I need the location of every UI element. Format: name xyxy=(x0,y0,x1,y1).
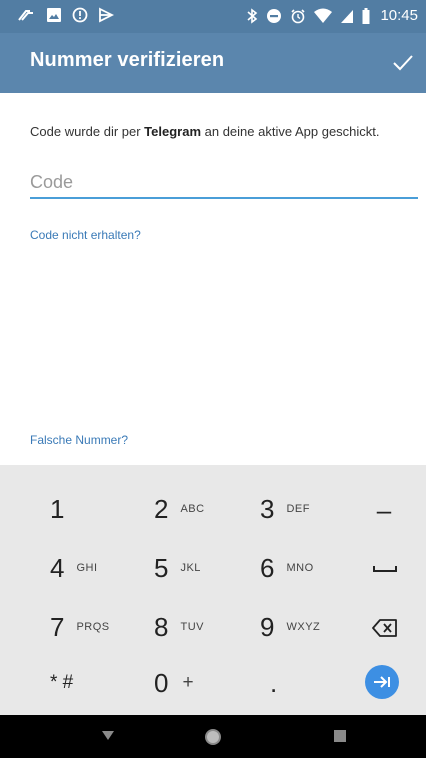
bluetooth-icon xyxy=(246,7,258,24)
alarm-icon xyxy=(290,8,306,24)
key-5[interactable]: 5 JKL xyxy=(154,540,250,596)
shield-alert-icon xyxy=(72,7,88,23)
backspace-key[interactable] xyxy=(368,615,402,641)
code-not-received-link[interactable]: Code nicht erhalten? xyxy=(30,228,141,242)
key-3[interactable]: 3 DEF xyxy=(260,481,356,537)
code-input[interactable] xyxy=(30,167,418,199)
clock-time: 10:45 xyxy=(380,7,418,24)
enter-icon xyxy=(374,676,390,688)
flag-icon xyxy=(98,7,114,23)
key-9[interactable]: 9 WXYZ xyxy=(260,599,356,655)
numeric-keypad: 1 2 ABC 3 DEF – 4 GHI 5 JKL 6 MNO 7 PRQS 8 TUV … xyxy=(0,465,426,715)
key-dot[interactable]: . xyxy=(270,655,366,711)
enter-key[interactable] xyxy=(365,665,399,699)
wrong-number-link[interactable]: Falsche Nummer? xyxy=(30,433,128,447)
key-star-hash[interactable]: * # xyxy=(50,655,146,711)
instruction-text: Code wurde dir per Telegram an deine akt… xyxy=(30,124,380,139)
space-key[interactable] xyxy=(368,557,402,581)
key-1[interactable]: 1 xyxy=(50,481,146,537)
home-icon[interactable] xyxy=(203,727,223,752)
nfc-icon xyxy=(16,7,36,23)
key-8[interactable]: 8 TUV xyxy=(154,599,250,655)
app-bar: Nummer verifizieren xyxy=(0,33,426,93)
key-0[interactable]: 0 + xyxy=(154,655,250,711)
back-icon[interactable] xyxy=(100,727,116,748)
signal-icon xyxy=(340,8,354,24)
wifi-icon xyxy=(314,8,333,24)
battery-icon xyxy=(362,7,370,24)
page-title: Nummer verifizieren xyxy=(30,49,225,71)
do-not-disturb-icon xyxy=(266,8,282,24)
confirm-button[interactable] xyxy=(390,50,416,76)
image-icon xyxy=(46,7,62,23)
key-2[interactable]: 2 ABC xyxy=(154,481,250,537)
space-icon xyxy=(373,566,397,572)
key-minus[interactable]: – xyxy=(364,495,404,525)
recents-icon[interactable] xyxy=(333,729,347,748)
key-6[interactable]: 6 MNO xyxy=(260,540,356,596)
key-4[interactable]: 4 GHI xyxy=(50,540,146,596)
check-icon xyxy=(393,55,413,71)
status-bar: 10:45 xyxy=(0,0,426,33)
telegram-label: Telegram xyxy=(144,124,202,139)
backspace-icon xyxy=(372,619,397,637)
key-7[interactable]: 7 PRQS xyxy=(50,599,146,655)
navigation-bar xyxy=(0,715,426,758)
